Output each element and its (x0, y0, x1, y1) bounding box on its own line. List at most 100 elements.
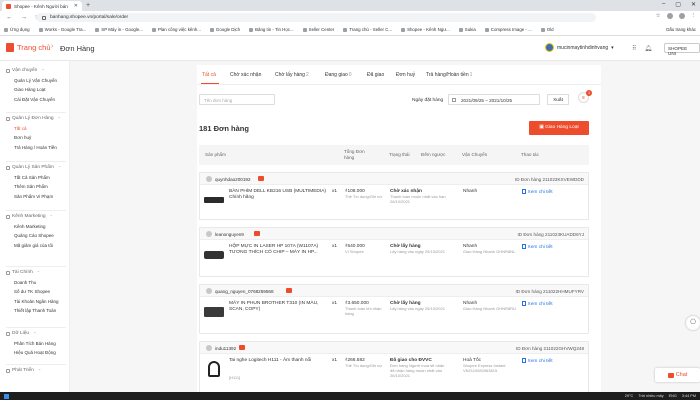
chat-icon[interactable] (254, 231, 260, 236)
profile-icon[interactable] (678, 13, 685, 19)
bookmark-item[interactable]: Compress Image - ... (484, 27, 532, 32)
sidebar-section-header[interactable]: Dữ Liệu ⌃ (6, 331, 36, 336)
extension-icon[interactable] (666, 13, 673, 19)
tab-count: 1 (469, 72, 473, 78)
order-tab[interactable]: Đã giao (367, 72, 384, 78)
buyer-username[interactable]: leanonguyen9 (215, 232, 244, 237)
sidebar-section-header[interactable]: Quản Lý Đơn Hàng ⌃ (6, 116, 61, 121)
view-details-link[interactable]: Xem chi tiết (522, 358, 553, 364)
other-bookmarks[interactable]: Dấu trang khác (666, 27, 696, 32)
section-icon (6, 368, 10, 373)
order-tab[interactable]: Đơn huỷ (396, 72, 415, 78)
product-name[interactable]: MÁY IN PHUN BROTHER T310 (IN MÀU, SCAN, … (229, 301, 332, 313)
chat-icon[interactable] (239, 345, 245, 350)
sidebar-item[interactable]: Số dư TK Shopee (14, 289, 50, 294)
document-icon (522, 301, 526, 306)
sidebar-item[interactable]: Kênh Marketing (14, 224, 46, 229)
url-field[interactable]: banhang.shopee.vn/portal/sale/order (36, 13, 596, 22)
menu-icon[interactable]: ⋮ (691, 13, 697, 19)
sidebar-section-header[interactable]: Quản Lý Sản Phẩm ⌃ (6, 165, 61, 170)
sidebar-item[interactable]: Quảng Cáo Shopee (14, 233, 54, 238)
sidebar-item[interactable]: Tất cả (14, 126, 27, 131)
new-tab-icon[interactable]: + (86, 2, 90, 9)
sidebar-item[interactable]: Giao Hàng Loạt (14, 87, 46, 92)
buyer-username[interactable]: indu11392 (215, 346, 236, 351)
shipping-note: Giao Hàng Nhanh GHNR8RU (463, 306, 516, 311)
sidebar-section-header[interactable]: Vận chuyển ⌃ (6, 68, 45, 73)
bookmark-label: SP Máy in - Google... (101, 27, 143, 32)
bookmark-item[interactable]: Trang chủ - Seller C... (343, 27, 392, 32)
bookmark-item[interactable]: Seller Center (302, 27, 334, 32)
star-icon[interactable]: ☆ (656, 13, 661, 19)
chat-icon[interactable] (286, 288, 292, 293)
bookmark-item[interactable]: Shopee - Kênh Ngư... (401, 27, 450, 32)
sidebar-section-header[interactable]: Phát Triển ⌃ (6, 368, 41, 373)
export-history-icon[interactable]: ≡ 1 (578, 90, 592, 103)
bookmark-item[interactable]: Plan công việc kênh... (151, 27, 201, 32)
sidebar-item[interactable]: Mã giảm giá của tôi (14, 243, 53, 248)
floating-menu-icon[interactable]: ⎔ (686, 316, 700, 330)
sidebar-item[interactable]: Hiệu Quả Hoạt Động (14, 350, 56, 355)
bookmark-label: Google Dịch (215, 27, 241, 32)
user-menu[interactable]: mucinmaytinhdinhvang ▾ (545, 43, 614, 52)
chat-icon[interactable] (258, 176, 264, 181)
view-details-link[interactable]: Xem chi tiết (522, 244, 553, 250)
sidebar-section-header[interactable]: Kênh Marketing ⌃ (6, 214, 53, 219)
product-name[interactable]: HỘP MỰC IN LASER HP 107A (W1107A) TƯƠNG … (229, 244, 332, 256)
bookmark-item[interactable]: SP Máy in - Google... (95, 27, 143, 32)
sidebar-section-title: Quản Lý Đơn Hàng (12, 116, 54, 121)
order-tab[interactable]: Tất cả (202, 72, 216, 78)
product-name[interactable]: BÀN PHÍM DELL KB216 USB (MULTIMEDIA) Chí… (229, 189, 332, 201)
order-tab[interactable]: Chờ xác nhận (230, 72, 261, 78)
view-details-link[interactable]: Xem chi tiết (522, 301, 553, 307)
order-tab[interactable]: Trả hàng/Hoàn tiền1 (426, 72, 472, 78)
maximize-icon[interactable]: ▢ (675, 1, 681, 8)
buyer-username[interactable]: quang_nguyen_0768259568 (215, 289, 274, 294)
chat-button[interactable]: Chat (655, 368, 700, 382)
view-details-link[interactable]: Xem chi tiết (522, 189, 553, 195)
sidebar-item[interactable]: Thiết lập Thanh Toán (14, 308, 56, 313)
export-button[interactable]: Xuất (547, 94, 569, 105)
forward-icon[interactable]: → (21, 14, 28, 22)
bulk-ship-button[interactable]: ▣ Giao Hàng Loạt (529, 121, 589, 135)
bookmark-item[interactable]: Works - Google Tra... (38, 27, 86, 32)
sidebar-item[interactable]: Sản Phẩm Vi Phạm (14, 194, 53, 199)
search-input[interactable]: Tên đơn hàng (199, 94, 275, 105)
sidebar-item[interactable]: Quản Lý Vận Chuyển (14, 78, 57, 83)
bell-icon[interactable]: 🔔︎ (644, 45, 652, 52)
bookmark-item[interactable]: Old (540, 27, 554, 32)
bookmark-label: Bảng tin - Tin Học... (255, 27, 294, 32)
sidebar-item[interactable]: Tất Cả Sản Phẩm (14, 175, 50, 180)
sidebar-item[interactable]: Thêm Sản Phẩm (14, 184, 48, 189)
buyer-avatar (206, 231, 212, 237)
sidebar-item[interactable]: Tài Khoản Ngân Hàng (14, 299, 59, 304)
shopee-home-link[interactable]: Trang chủ (6, 43, 51, 52)
order-tab[interactable]: Chờ lấy hàng2 (275, 72, 309, 78)
sidebar-item[interactable]: Phân Tích Bán Hàng (14, 341, 56, 346)
sidebar-item[interactable]: Cài Đặt Vận Chuyển (14, 97, 55, 102)
bookmark-item[interactable]: Google Dịch (209, 27, 241, 32)
sidebar-item[interactable]: Doanh Thu (14, 280, 36, 285)
date-range-picker[interactable]: 2021/09/25 – 2021/10/25 (448, 94, 540, 105)
product-name[interactable]: Tai nghe Logitech H111 - Âm thanh nổi (229, 358, 332, 364)
close-tab-icon[interactable]: ✕ (74, 3, 78, 9)
sidebar-section-header[interactable]: Tài Chính ⌃ (6, 270, 40, 275)
bookmark-item[interactable]: Ứng dụng (4, 27, 30, 32)
sidebar-item[interactable]: Trả Hàng / Hoàn Tiền (14, 145, 57, 150)
product-quantity: x1 (332, 244, 338, 249)
order-header: indu11392 ID Đơn hàng 211022GHVWQ248 (200, 342, 588, 354)
bookmark-favicon-icon (209, 27, 214, 32)
bookmark-item[interactable]: Bảng tin - Tin Học... (249, 27, 294, 32)
order-status-note: Đơn hàng Người mua sẽ nhận đã nhận hàng … (390, 363, 445, 378)
close-window-icon[interactable]: ✕ (691, 1, 696, 8)
buyer-username[interactable]: quynhdao200192 (215, 177, 251, 182)
order-tab[interactable]: Đang giao0 (325, 72, 352, 78)
sidebar-item[interactable]: Đơn huỷ (14, 135, 31, 140)
shopee-uni-button[interactable]: SHOPEE UNI (664, 43, 700, 56)
back-icon[interactable]: ← (6, 14, 13, 22)
apps-grid-icon[interactable]: ⠿ (632, 45, 636, 52)
bookmark-item[interactable]: Sukia (458, 27, 476, 32)
minimize-icon[interactable]: – (662, 1, 665, 8)
browser-tab[interactable]: Shopee - Kênh Người bán ✕ (2, 1, 82, 11)
windows-start-icon[interactable] (4, 393, 9, 399)
